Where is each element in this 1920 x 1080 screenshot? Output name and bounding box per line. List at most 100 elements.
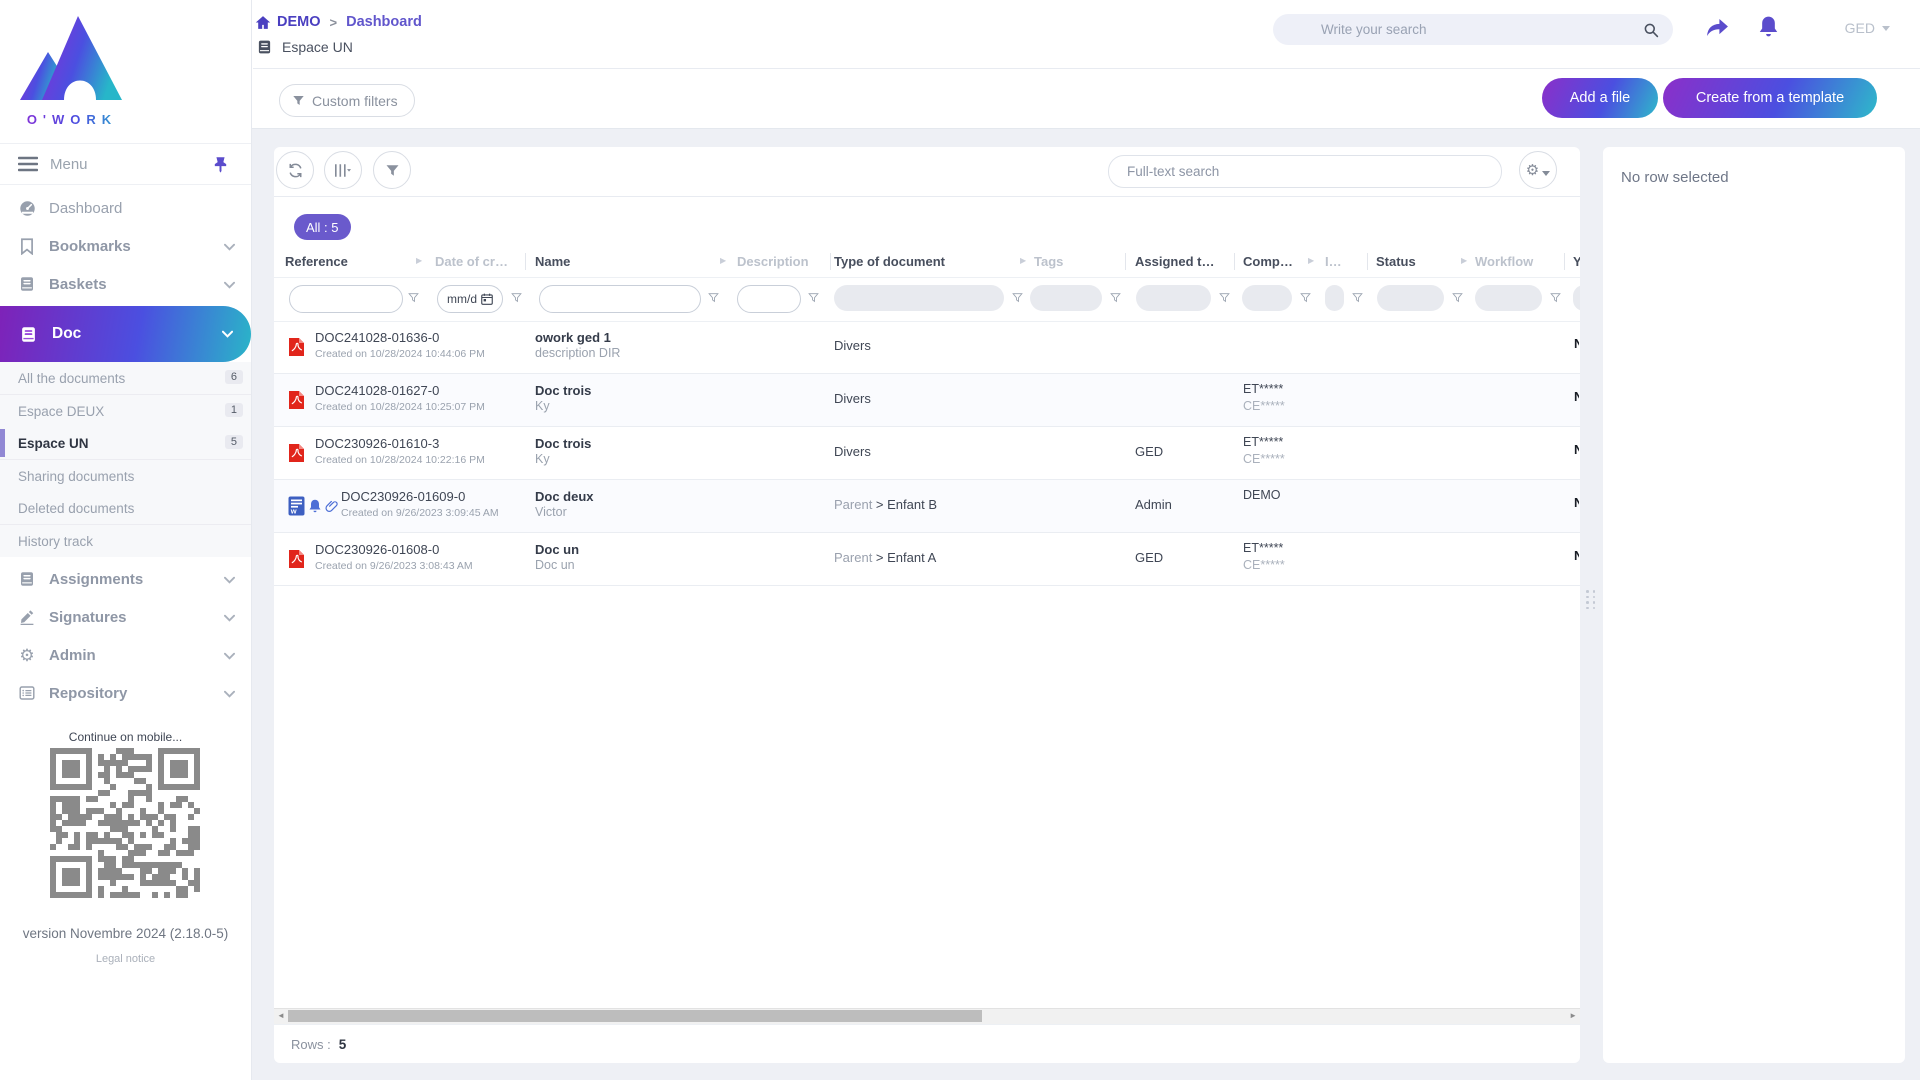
scrollbar-thumb[interactable] [288,1010,982,1022]
filter-input[interactable] [540,286,700,312]
rows-label: Rows : [291,1037,331,1052]
column-header-date-of-cr-[interactable]: Date of cr… [435,254,508,269]
column-header-reference[interactable]: Reference [285,254,348,269]
filter-funnel-icon[interactable] [1352,292,1363,303]
filter-date-of-cr-[interactable]: mm/d [437,285,503,313]
scroll-right-icon[interactable]: ► [1569,1011,1577,1020]
horizontal-scrollbar[interactable]: ◄ ► [274,1008,1580,1025]
sidebar-subitem-sharing-documents[interactable]: Sharing documents [0,460,251,492]
sort-arrow-icon[interactable]: ▶ [1308,256,1314,265]
sidebar-item-dashboard[interactable]: Dashboard [0,189,251,227]
filter-funnel-icon[interactable] [1012,292,1023,303]
column-header-i-[interactable]: I… [1325,254,1342,269]
breadcrumb-current[interactable]: Dashboard [346,14,422,30]
filter-i-[interactable] [1325,285,1344,311]
column-header-status[interactable]: Status [1376,254,1416,269]
column-header-name[interactable]: Name [535,254,570,269]
filter-chip-all[interactable]: All : 5 [294,214,351,240]
column-header-y-[interactable]: Y… [1573,254,1580,269]
column-header-comp-[interactable]: Comp… [1243,254,1293,269]
type-parent: Parent [834,497,876,512]
filter-funnel-icon[interactable] [1300,292,1311,303]
legal-notice-link[interactable]: Legal notice [0,953,251,965]
add-file-button[interactable]: Add a file [1542,78,1658,118]
filter-funnel-icon[interactable] [708,292,719,303]
search-icon[interactable] [1643,22,1659,38]
filter-funnel-icon[interactable] [1550,292,1561,303]
filter-tags[interactable] [1030,285,1102,311]
sort-arrow-icon[interactable]: ▶ [1020,256,1026,265]
filter-funnel-icon[interactable] [511,292,522,303]
table-settings-button[interactable]: ⚙ [1519,151,1557,189]
sidebar-item-signatures[interactable]: Signatures [0,598,251,636]
table-row[interactable]: DOC241028-01636-0Created on 10/28/2024 1… [274,321,1580,374]
breadcrumb-root[interactable]: DEMO [277,14,321,30]
sidebar-item-bookmarks[interactable]: Bookmarks [0,227,251,265]
pdf-icon [288,337,305,357]
created-date-text: Created on 10/28/2024 10:25:07 PM [315,401,485,413]
filter-workflow[interactable] [1475,285,1542,311]
filter-y-[interactable] [1573,285,1580,311]
column-header-assigned-t-[interactable]: Assigned t… [1135,254,1214,269]
filter-input[interactable] [738,286,800,312]
menu-toggle[interactable]: Menu [0,144,251,184]
sidebar-item-label: Signatures [49,609,127,626]
columns-button[interactable] [324,151,362,189]
filter-input[interactable] [290,286,402,312]
menu-label: Menu [50,156,88,173]
filter-assigned-t-[interactable] [1136,285,1211,311]
sort-arrow-icon[interactable]: ▶ [1461,256,1467,265]
filter-funnel-icon[interactable] [408,292,419,303]
home-icon[interactable] [255,15,271,30]
sidebar-item-repository[interactable]: Repository [0,674,251,712]
filter-funnel-icon[interactable] [1219,292,1230,303]
filter-type-of-document[interactable] [834,285,1004,311]
column-header-tags[interactable]: Tags [1034,254,1063,269]
table-body: DOC241028-01636-0Created on 10/28/2024 1… [274,321,1580,586]
sort-arrow-icon[interactable]: ▶ [720,256,726,265]
calendar-icon[interactable] [481,293,493,305]
sort-arrow-icon[interactable]: ▶ [416,256,422,265]
filter-funnel-icon[interactable] [1452,292,1463,303]
pin-icon[interactable] [214,156,227,173]
clipped-cell-text: N [1574,548,1579,563]
refresh-button[interactable] [276,151,314,189]
share-icon[interactable] [1706,18,1729,37]
column-header-workflow[interactable]: Workflow [1475,254,1533,269]
table-row[interactable]: wDOC230926-01609-0Created on 9/26/2023 3… [274,480,1580,533]
table-row[interactable]: DOC230926-01610-3Created on 10/28/2024 1… [274,427,1580,480]
panel-resize-handle[interactable] [1586,590,1596,609]
column-header-type-of-document[interactable]: Type of document [834,254,945,269]
sidebar-subitem-espace-un[interactable]: Espace UN5 [0,427,251,459]
custom-filters-button[interactable]: Custom filters [279,84,415,117]
filter-button[interactable] [373,151,411,189]
filter-funnel-icon[interactable] [808,292,819,303]
divider [1234,253,1235,270]
create-from-template-button[interactable]: Create from a template [1663,78,1877,118]
sidebar-item-assignments[interactable]: Assignments [0,560,251,598]
filter-status[interactable] [1377,285,1444,311]
sidebar-subitem-espace-deux[interactable]: Espace DEUX1 [0,395,251,427]
sidebar-item-label: Doc [52,325,81,343]
scroll-left-icon[interactable]: ◄ [277,1011,285,1020]
table-row[interactable]: DOC230926-01608-0Created on 9/26/2023 3:… [274,533,1580,586]
sidebar-item-admin[interactable]: ⚙Admin [0,636,251,674]
global-search-input[interactable] [1319,21,1673,38]
book-icon [20,326,38,343]
filter-funnel-icon[interactable] [1110,292,1121,303]
document-name: owork ged 1 [535,330,611,345]
filter-comp-[interactable] [1242,285,1292,311]
table-row[interactable]: DOC241028-01627-0Created on 10/28/2024 1… [274,374,1580,427]
hamburger-icon[interactable] [18,156,38,172]
sidebar-item-label: Baskets [49,276,107,293]
notifications-bell-icon[interactable] [1759,15,1778,38]
sidebar-item-baskets[interactable]: Baskets [0,265,251,303]
sidebar-item-doc[interactable]: Doc [0,306,251,362]
column-header-description[interactable]: Description [737,254,809,269]
sidebar-subitem-history-track[interactable]: History track [0,525,251,557]
sidebar-subitem-deleted-documents[interactable]: Deleted documents [0,492,251,524]
chevron-down-icon [224,690,235,698]
user-menu[interactable]: GED [1845,20,1890,36]
sidebar-subitem-all-the-documents[interactable]: All the documents6 [0,362,251,394]
fulltext-search-input[interactable] [1125,163,1501,180]
